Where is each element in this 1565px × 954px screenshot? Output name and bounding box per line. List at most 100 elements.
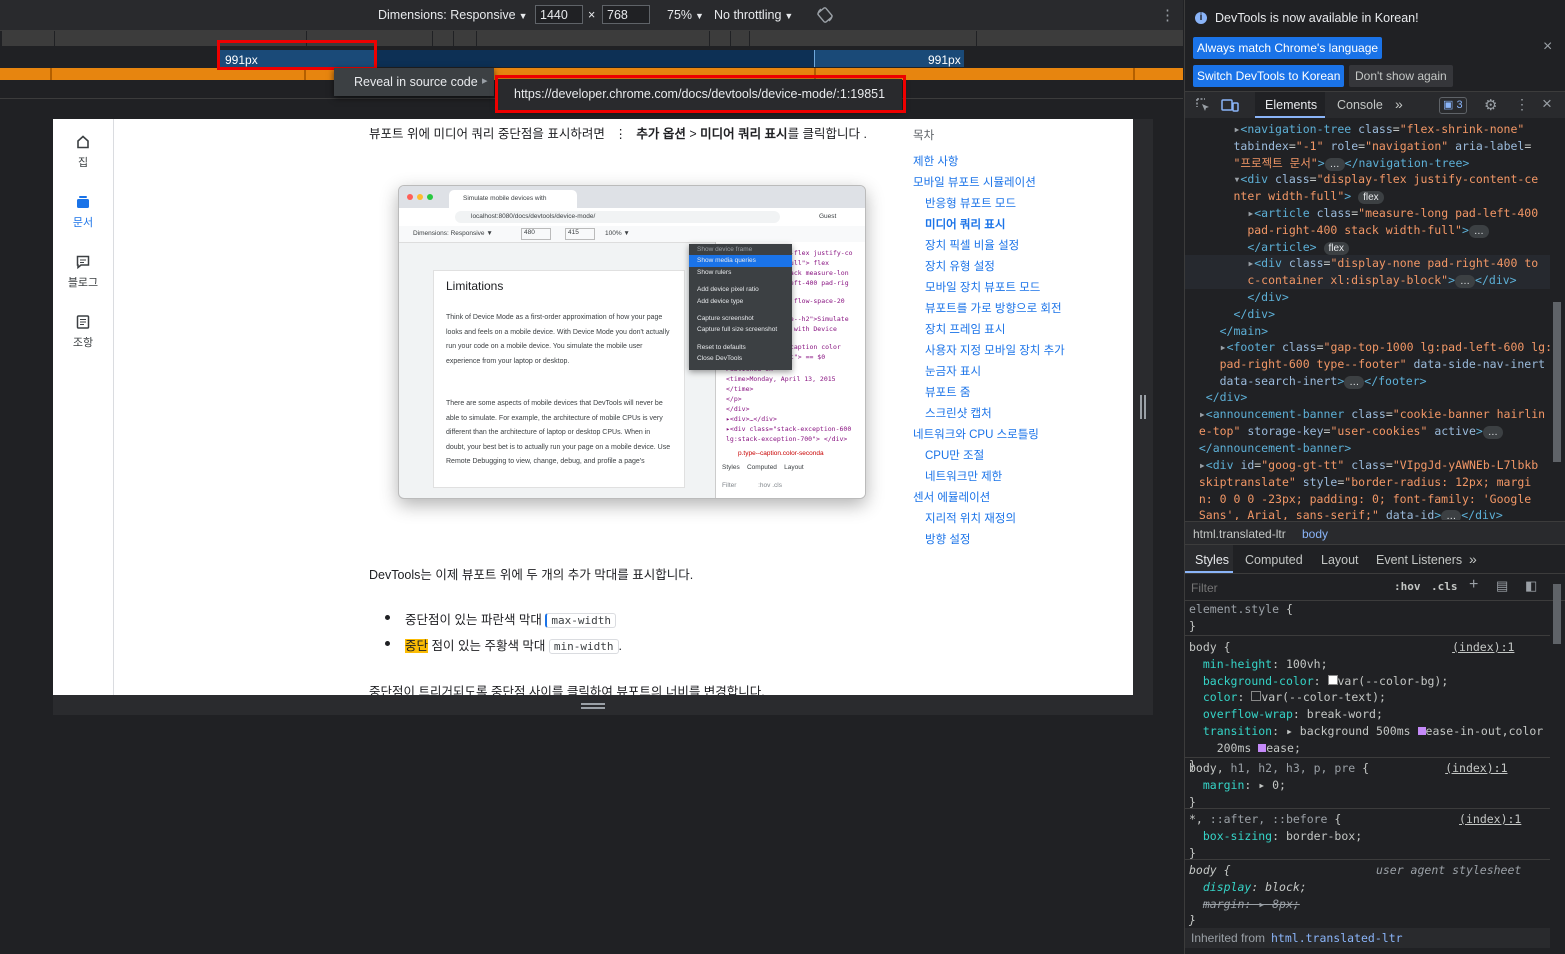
toc-item[interactable]: 네트워크만 제한 — [925, 468, 1002, 484]
tab-event-listeners[interactable]: Event Listeners — [1376, 553, 1462, 567]
rule-user-agent[interactable]: body { user agent stylesheet display: bl… — [1189, 862, 1550, 929]
dimensions-label: Dimensions: Responsive — [378, 8, 516, 22]
resize-grip-icon — [581, 707, 605, 709]
crumb-body[interactable]: body — [1302, 527, 1328, 541]
toc-item[interactable]: 눈금자 표시 — [925, 363, 981, 379]
toc-item[interactable]: 제한 사항 — [913, 153, 959, 169]
toc-item-active[interactable]: 미디어 쿼리 표시 — [925, 216, 1005, 232]
more-options-icon[interactable]: ⋮ — [1160, 6, 1175, 24]
tab-computed[interactable]: Computed — [1245, 553, 1303, 567]
toc-item[interactable]: 뷰포트를 가로 방향으로 회전 — [925, 300, 1062, 316]
more-options-icon: ⋮ — [614, 127, 627, 141]
dom-line[interactable]: ▸<navigation-tree class="flex-shrink-non… — [1185, 121, 1550, 171]
toc-item[interactable]: 뷰포트 줌 — [925, 384, 971, 400]
hov-toggle[interactable]: :hov — [1394, 580, 1421, 593]
paint-icon[interactable]: ▤ — [1496, 578, 1508, 594]
width-input[interactable]: 1440 — [535, 5, 583, 24]
toc-item[interactable]: 장치 프레임 표시 — [925, 321, 1005, 337]
scroll-thumb[interactable] — [1553, 584, 1561, 644]
nav-blog[interactable]: 블로그 — [53, 254, 113, 290]
viewport-resize-bar[interactable] — [53, 695, 1133, 715]
throttling-label: No throttling — [714, 8, 782, 22]
styles-scrollbar[interactable] — [1551, 574, 1563, 952]
dimensions-dropdown[interactable]: Dimensions: Responsive ▼ — [378, 8, 527, 22]
nav-docs[interactable]: 문서 — [53, 194, 113, 230]
toc-item[interactable]: CPU만 조절 — [925, 447, 984, 463]
dom-scrollbar[interactable] — [1551, 122, 1563, 518]
shot-device-toolbar: Dimensions: Responsive ▼ 480 415 100% ▼ — [399, 226, 865, 243]
toc-item[interactable]: 센서 에뮬레이션 — [913, 489, 990, 505]
shot-zoom: 100% ▼ — [605, 230, 630, 237]
tab-console[interactable]: Console — [1337, 98, 1383, 112]
styles-filter-input[interactable] — [1189, 577, 1383, 599]
toc-item[interactable]: 방향 설정 — [925, 531, 971, 547]
issues-badge[interactable]: ▣ 3 — [1439, 97, 1467, 114]
height-input[interactable]: 768 — [602, 5, 650, 24]
toc-item[interactable]: 스크린샷 캡처 — [925, 405, 992, 421]
toc-item[interactable]: 사용자 지정 모바일 장치 추가 — [925, 342, 1065, 358]
shot-guest: Guest — [819, 213, 837, 220]
cls-toggle[interactable]: .cls — [1431, 580, 1458, 593]
toc-item[interactable]: 모바일 뷰포트 시뮬레이션 — [913, 174, 1036, 190]
dont-show-again-button[interactable]: Don't show again — [1349, 65, 1453, 87]
crumb-html[interactable]: html.translated-ltr — [1193, 527, 1286, 541]
nav-articles[interactable]: 조항 — [53, 314, 113, 350]
toc-item[interactable]: 장치 유형 설정 — [925, 258, 995, 274]
media-query-max-width-inner[interactable] — [374, 50, 815, 67]
shot-code-line: </time> — [726, 385, 754, 393]
shot-code-line: k flow-space-20 — [786, 297, 845, 305]
dom-line[interactable]: ▸<div id="goog-gt-tt" class="VIpgJd-yAWN… — [1185, 457, 1550, 520]
shot-code-line: --flex justify-co — [786, 249, 853, 257]
home-icon — [77, 135, 89, 149]
dom-line[interactable]: ▾<div class="display-flex justify-conten… — [1185, 171, 1550, 205]
sidebar-toggle-icon[interactable]: ◧ — [1525, 578, 1537, 594]
device-toggle-icon[interactable] — [1221, 97, 1239, 113]
inherited-link[interactable]: html.translated-ltr — [1271, 931, 1403, 945]
zoom-dropdown[interactable]: 75% ▼ — [667, 8, 704, 22]
toc-item[interactable]: 장치 픽셀 비율 설정 — [925, 237, 1019, 253]
toc-item[interactable]: 반응형 뷰포트 모드 — [925, 195, 1016, 211]
toc-item[interactable]: 모바일 장치 뷰포트 모드 — [925, 279, 1040, 295]
reveal-source-item[interactable]: Reveal in source code — [354, 75, 478, 89]
close-icon[interactable]: × — [1543, 38, 1552, 56]
tab-elements[interactable]: Elements — [1255, 92, 1325, 118]
minimize-dot — [417, 194, 423, 200]
settings-gear-icon[interactable]: ⚙ — [1484, 96, 1497, 114]
emulated-viewport[interactable]: 집 문서 블로그 조항 뷰포트 위에 미디어 쿼리 중단점을 표시하려면 ⋮ 추… — [53, 119, 1133, 695]
bullet-dot — [385, 641, 390, 646]
shot-dims: Dimensions: Responsive ▼ — [413, 230, 493, 237]
dom-line[interactable]: ▸<footer class="gap-top-1000 lg:pad-left… — [1185, 339, 1550, 406]
inspect-element-icon[interactable] — [1195, 97, 1211, 113]
close-devtools-icon[interactable]: × — [1542, 94, 1552, 114]
rule-body[interactable]: body { (index):1 min-height: 100vh; back… — [1189, 639, 1550, 773]
more-tabs-icon[interactable]: » — [1395, 96, 1403, 112]
match-language-button[interactable]: Always match Chrome's language — [1193, 37, 1383, 59]
toc-item[interactable]: 지리적 위치 재정의 — [925, 510, 1016, 526]
viewport-right-handle[interactable] — [1133, 119, 1153, 715]
dom-line[interactable]: ▸<article class="measure-long pad-left-4… — [1185, 205, 1550, 255]
devtools-tabbar: Elements Console » ▣ 3 ⚙ ⋮ × — [1185, 92, 1565, 118]
tab-styles[interactable]: Styles — [1185, 545, 1233, 573]
nav-home[interactable]: 집 — [53, 134, 113, 170]
kebab-menu-icon[interactable]: ⋮ — [1515, 96, 1529, 113]
toc-item[interactable]: 네트워크와 CPU 스로틀링 — [913, 426, 1039, 442]
para-change-width: 중단점이 트리거되도록 중단점 사이를 클릭하여 뷰포트의 너비를 변경합니다. — [369, 685, 765, 695]
switch-korean-button[interactable]: Switch DevTools to Korean — [1193, 65, 1345, 87]
tab-styles-label: Styles — [1195, 553, 1230, 567]
rule-headings[interactable]: body, h1, h2, h3, p, pre { (index):1 mar… — [1189, 760, 1550, 810]
rule-universal[interactable]: *, ::after, ::before { (index):1 box-siz… — [1189, 811, 1550, 861]
info-icon: i — [1195, 12, 1207, 24]
dom-line-selected[interactable]: ▸<div class="display-none pad-right-400 … — [1185, 255, 1550, 289]
add-rule-icon[interactable]: + — [1469, 576, 1478, 594]
issues-count: 3 — [1456, 99, 1463, 111]
side-nav: 집 문서 블로그 조항 — [53, 119, 114, 695]
rotate-icon[interactable] — [816, 6, 834, 24]
rule-element-style[interactable]: element.style { } — [1189, 601, 1550, 635]
blog-icon — [76, 255, 90, 270]
dom-line[interactable]: ▸<announcement-banner class="cookie-bann… — [1185, 406, 1550, 456]
bullet-dot — [385, 615, 390, 620]
tab-layout[interactable]: Layout — [1321, 553, 1359, 567]
more-subtabs-icon[interactable]: » — [1469, 551, 1477, 567]
throttling-dropdown[interactable]: No throttling ▼ — [714, 8, 793, 22]
scroll-thumb[interactable] — [1553, 302, 1561, 462]
